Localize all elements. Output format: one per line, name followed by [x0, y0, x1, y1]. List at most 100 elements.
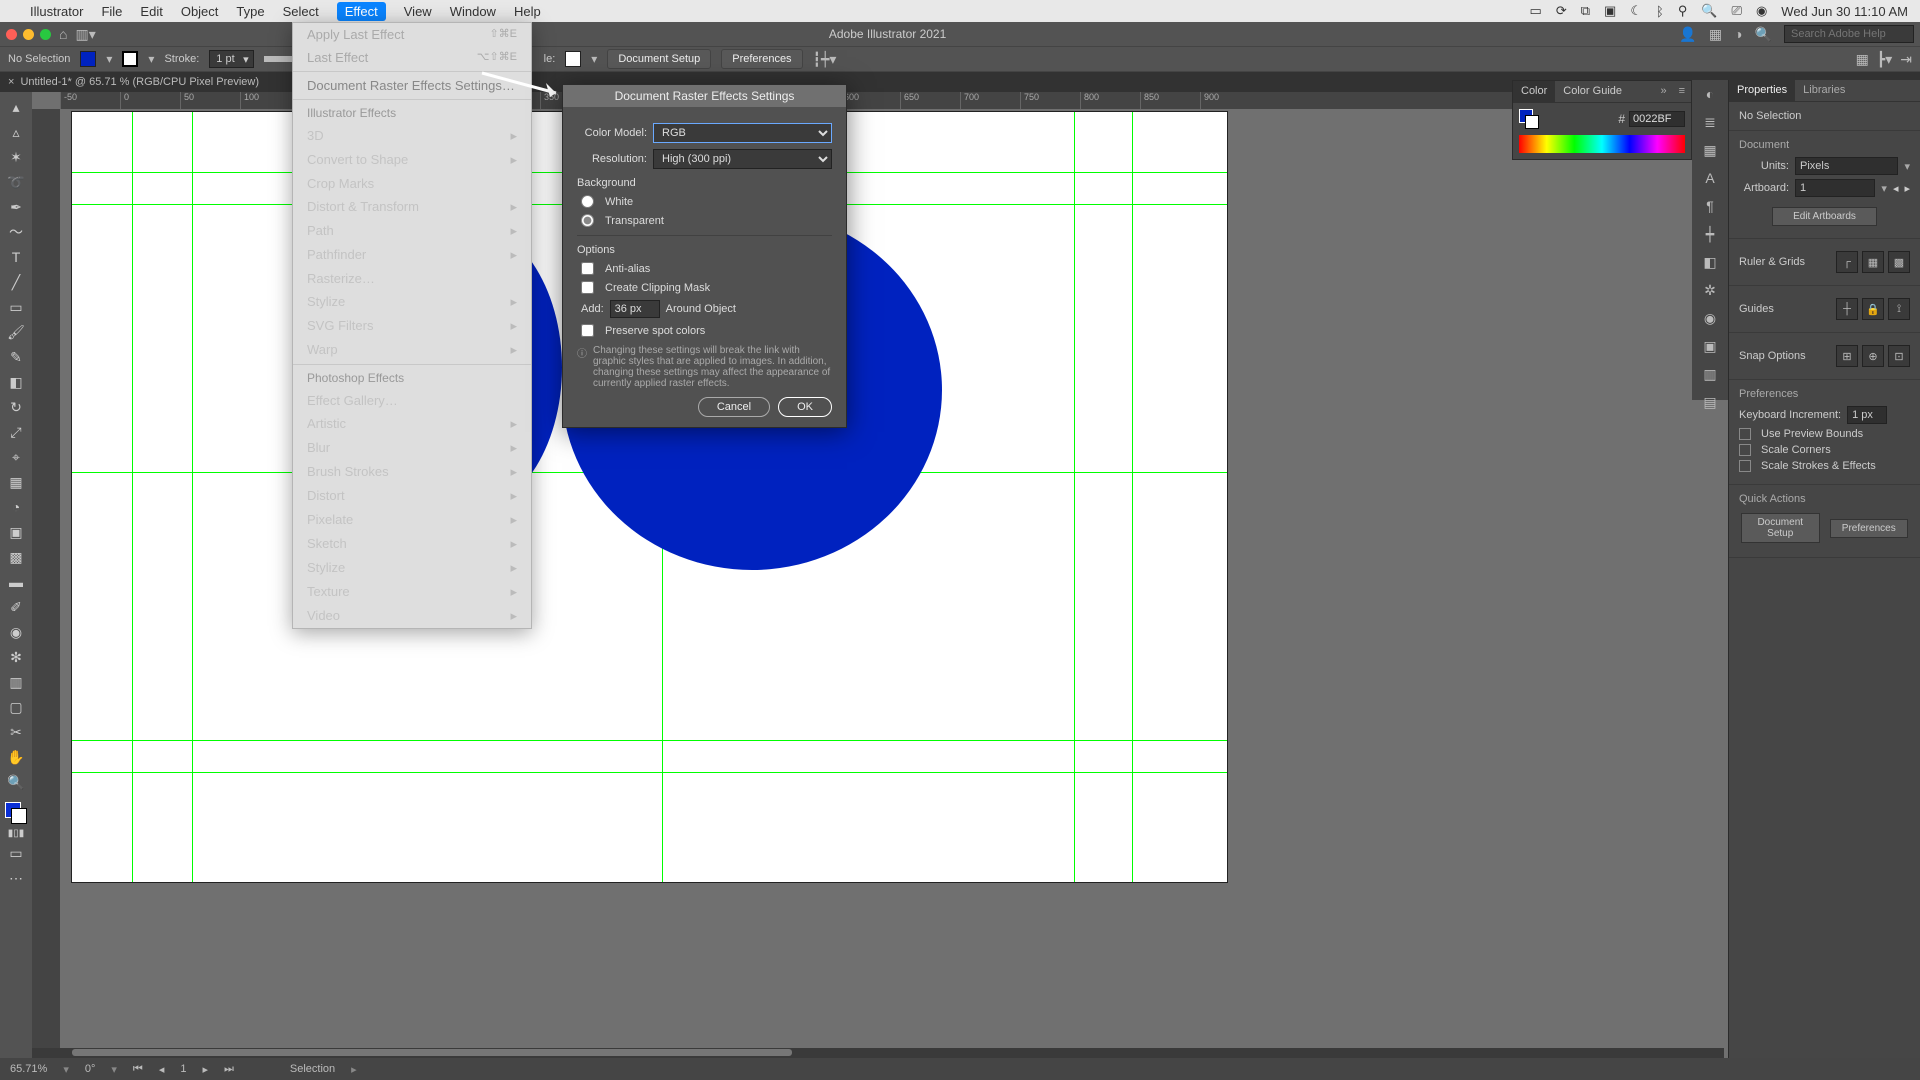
- effect-sketch[interactable]: Sketch: [307, 536, 347, 552]
- first-artboard-icon[interactable]: ⏮: [133, 1063, 143, 1076]
- panel-pathfinder-icon[interactable]: ◧: [1692, 248, 1728, 276]
- angle-readout[interactable]: 0°: [85, 1063, 96, 1075]
- guides-lock-icon[interactable]: 🔒: [1862, 298, 1884, 320]
- zoom-readout[interactable]: 65.71%: [10, 1063, 47, 1075]
- scale-strokes-checkbox[interactable]: [1739, 460, 1751, 472]
- panel-libraries-icon[interactable]: ▦: [1692, 136, 1728, 164]
- pen-tool[interactable]: ✒: [3, 196, 29, 218]
- prev-artboard-status-icon[interactable]: ◂: [159, 1063, 165, 1076]
- panel-properties-icon[interactable]: ◐: [1692, 80, 1728, 108]
- prefs-button[interactable]: Preferences: [721, 49, 802, 69]
- minimize-window-icon[interactable]: [23, 29, 34, 40]
- effect-menu[interactable]: Apply Last Effect⇧⌘E Last Effect⌥⇧⌘E Doc…: [292, 22, 532, 629]
- snap-point-icon[interactable]: ⊕: [1862, 345, 1884, 367]
- ruler-vertical[interactable]: [32, 109, 60, 1058]
- screen-mode-icon[interactable]: ▭: [3, 842, 29, 864]
- fill-swatch[interactable]: [80, 51, 96, 67]
- effect-blur[interactable]: Blur: [307, 440, 330, 456]
- grid-toggle-icon[interactable]: ▦: [1862, 251, 1884, 273]
- panel-para-icon[interactable]: ¶: [1692, 192, 1728, 220]
- essentials-icon[interactable]: ┣▾: [1877, 51, 1892, 68]
- snap-pixel-icon[interactable]: ⊞: [1836, 345, 1858, 367]
- effect-path[interactable]: Path: [307, 223, 334, 239]
- line-tool[interactable]: ╱: [3, 271, 29, 293]
- menu-object[interactable]: Object: [181, 4, 219, 19]
- kbinc-input[interactable]: 1 px: [1847, 406, 1887, 424]
- moon-icon[interactable]: ☾: [1630, 3, 1642, 19]
- hand-tool[interactable]: ✋: [3, 746, 29, 768]
- width-tool[interactable]: ⌖: [3, 446, 29, 468]
- edit-artboards-button[interactable]: Edit Artboards: [1772, 207, 1877, 226]
- color-spectrum[interactable]: [1519, 135, 1685, 153]
- doc-setup-button[interactable]: Document Setup: [607, 49, 711, 69]
- effect-video[interactable]: Video: [307, 608, 340, 624]
- guide-vertical[interactable]: [192, 112, 193, 882]
- preserve-spot-checkbox[interactable]: [581, 324, 594, 337]
- selection-tool[interactable]: ▴: [3, 96, 29, 118]
- bluetooth-icon[interactable]: ᛒ: [1656, 4, 1664, 19]
- transparent-radio[interactable]: [581, 214, 594, 227]
- menu-help[interactable]: Help: [514, 4, 541, 19]
- slice-tool[interactable]: ✂: [3, 721, 29, 743]
- panel-appearance-icon[interactable]: ◉: [1692, 304, 1728, 332]
- scale-corners-checkbox[interactable]: [1739, 444, 1751, 456]
- panel-brushes-icon[interactable]: ✲: [1692, 276, 1728, 304]
- last-effect[interactable]: Last Effect: [307, 50, 368, 65]
- screen-icon[interactable]: ▭: [1530, 3, 1542, 19]
- tab-color[interactable]: Color: [1513, 81, 1555, 102]
- rotate-tool[interactable]: ↻: [3, 396, 29, 418]
- dialog-title[interactable]: Document Raster Effects Settings: [563, 85, 846, 107]
- guide-vertical[interactable]: [1132, 112, 1133, 882]
- mesh-tool[interactable]: ▩: [3, 546, 29, 568]
- stroke-swatch-icon[interactable]: [1525, 115, 1539, 129]
- shape-builder-tool[interactable]: ◔: [3, 496, 29, 518]
- guides-show-icon[interactable]: ┼: [1836, 298, 1858, 320]
- document-tab[interactable]: × Untitled-1* @ 65.71 % (RGB/CPU Pixel P…: [0, 72, 267, 92]
- control-center-icon[interactable]: ⎚: [1732, 3, 1742, 19]
- snap-grid-icon[interactable]: ⊡: [1888, 345, 1910, 367]
- effect-texture[interactable]: Texture: [307, 584, 350, 600]
- artboard-tool[interactable]: ▢: [3, 696, 29, 718]
- horizontal-scrollbar[interactable]: [32, 1048, 1724, 1058]
- menu-effect[interactable]: Effect: [337, 2, 386, 21]
- effect-3d[interactable]: 3D: [307, 128, 324, 144]
- panel-asset-icon[interactable]: ▣: [1692, 332, 1728, 360]
- next-artboard-status-icon[interactable]: ▸: [202, 1063, 208, 1076]
- doc-setup-button[interactable]: Document Setup: [1741, 513, 1820, 543]
- mac-menubar[interactable]: Illustrator File Edit Object Type Select…: [0, 0, 1920, 22]
- rectangle-tool[interactable]: ▭: [3, 296, 29, 318]
- panel-artboards-icon[interactable]: ▥: [1692, 360, 1728, 388]
- menu-file[interactable]: File: [101, 4, 122, 19]
- panel-layers-icon[interactable]: ≣: [1692, 108, 1728, 136]
- sync-icon[interactable]: ⟳: [1556, 3, 1567, 19]
- lasso-tool[interactable]: ➰: [3, 171, 29, 193]
- next-artboard-icon[interactable]: ▸: [1904, 182, 1910, 195]
- paintbrush-tool[interactable]: 🖌: [3, 321, 29, 343]
- edit-toolbar-icon[interactable]: ⋯: [3, 867, 29, 889]
- tab-close-icon[interactable]: ×: [8, 76, 14, 88]
- window-controls[interactable]: [6, 29, 51, 40]
- effect-artistic[interactable]: Artistic: [307, 416, 346, 432]
- add-amount-input[interactable]: [610, 300, 660, 318]
- blend-tool[interactable]: ◉: [3, 621, 29, 643]
- smart-guides-icon[interactable]: ⟟: [1888, 298, 1910, 320]
- gradient-tool[interactable]: ▬: [3, 571, 29, 593]
- siri-icon[interactable]: ◉: [1756, 3, 1767, 19]
- stroke-weight[interactable]: 1 pt: [209, 50, 253, 68]
- color-mode-icon[interactable]: ▮▯▮: [3, 827, 29, 839]
- raster-effects-dialog[interactable]: Document Raster Effects Settings Color M…: [562, 84, 847, 428]
- antialias-checkbox[interactable]: [581, 262, 594, 275]
- guide-vertical[interactable]: [132, 112, 133, 882]
- effect-rasterize[interactable]: Rasterize…: [307, 271, 375, 286]
- panel-char-icon[interactable]: A: [1692, 164, 1728, 192]
- collapse-icon[interactable]: ⇥: [1900, 51, 1912, 68]
- guide-horizontal[interactable]: [72, 772, 1227, 773]
- perspective-tool[interactable]: ▣: [3, 521, 29, 543]
- canvas-area[interactable]: -500501001502002503003504004505005506006…: [32, 92, 1728, 1058]
- prev-artboard-icon[interactable]: ◂: [1893, 182, 1899, 195]
- search-app-icon[interactable]: 🔍: [1755, 26, 1772, 43]
- white-radio[interactable]: [581, 195, 594, 208]
- share-icon[interactable]: 👤: [1679, 26, 1696, 43]
- effect-pathfinder[interactable]: Pathfinder: [307, 247, 366, 263]
- apply-last-effect[interactable]: Apply Last Effect: [307, 27, 404, 42]
